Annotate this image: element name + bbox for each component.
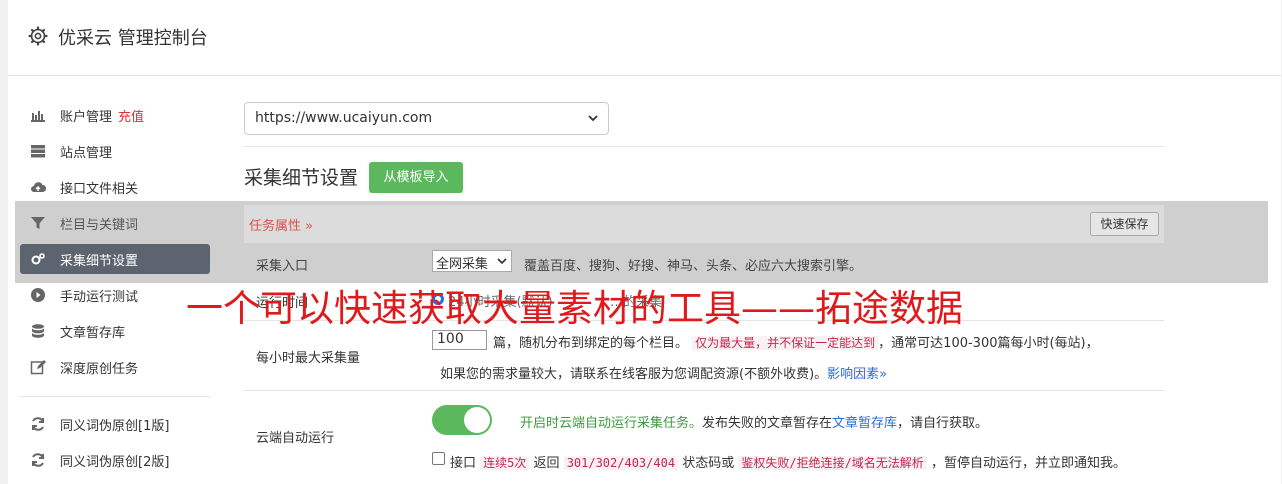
desc-text: 发布失败的文章暂存在 — [702, 416, 833, 431]
sidebar-item-label: 同义词伪原创[1版] — [60, 419, 170, 434]
sidebar-item-article-storage[interactable]: 文章暂存库 — [20, 316, 210, 346]
sidebar-item-label: 接口文件相关 — [60, 182, 139, 197]
max-per-hour-input[interactable]: 100 — [432, 330, 487, 350]
sidebar-item-account[interactable]: 账户管理 充值 — [20, 100, 210, 130]
server-icon — [31, 145, 45, 158]
desc-text: 状态码或 — [682, 456, 735, 471]
database-icon — [32, 324, 44, 338]
gear-icon — [28, 26, 48, 46]
cloud-run-description: 开启时云端自动运行采集任务。发布失败的文章暂存在文章暂存库，请自行获取。 — [520, 412, 988, 431]
entry-select[interactable]: 全网采集 — [432, 250, 512, 272]
site-select[interactable]: https://www.ucaiyun.com — [244, 102, 609, 135]
cloud-run-toggle[interactable] — [432, 405, 492, 435]
recharge-link[interactable]: 充值 — [118, 110, 144, 125]
sidebar-item-label: 文章暂存库 — [60, 326, 126, 341]
task-properties-bar: 任务属性 » 快速保存 — [244, 205, 1164, 243]
tab-task-properties[interactable]: 任务属性 » — [249, 215, 313, 234]
sidebar-item-synonym-v1[interactable]: 同义词伪原创[1版] — [20, 409, 210, 439]
play-circle-icon — [31, 288, 45, 302]
toggle-knob — [464, 407, 490, 433]
refresh-icon — [32, 453, 44, 467]
sidebar-item-deep-original[interactable]: 深度原创任务 — [20, 352, 210, 382]
sidebar-item-manual-run[interactable]: 手动运行测试 — [20, 280, 210, 310]
sidebar-divider — [20, 396, 210, 397]
max-per-hour-note: 如果您的需求量较大，请联系在线客服为您调配资源(不额外收费)。影响因素» — [440, 363, 887, 382]
desc-text: 篇，随机分布到绑定的每个栏目。 — [493, 336, 689, 351]
pause-on-error-label: 接口 连续5次 返回 301/302/403/404 状态码或 鉴权失败/拒绝连… — [450, 452, 1126, 471]
entry-select-value: 全网采集 — [436, 257, 489, 272]
cloud-run-label: 云端自动运行 — [256, 431, 335, 446]
row-divider — [244, 390, 1164, 391]
site-select-value: https://www.ucaiyun.com — [255, 110, 433, 126]
sidebar-item-label: 同义词伪原创[2版] — [60, 455, 170, 470]
bar-chart-icon — [31, 111, 45, 122]
console-header: 优采云 管理控制台 — [8, 0, 1281, 76]
chevron-down-icon — [588, 115, 598, 122]
limit-note: 仅为最大量，并不保证一定能达到 — [692, 336, 879, 350]
desc-text: ，暂停自动运行，并立即通知我。 — [930, 456, 1126, 471]
desc-text: 返回 — [533, 456, 560, 471]
divider — [244, 146, 1164, 147]
max-per-hour-description: 篇，随机分布到绑定的每个栏目。 仅为最大量，并不保证一定能达到 ，通常可达100-… — [493, 332, 1099, 351]
sidebar-item-label: 深度原创任务 — [60, 362, 139, 377]
sidebar-item-label: 账户管理 — [60, 110, 113, 125]
edit-icon — [30, 360, 46, 375]
sidebar-item-label: 站点管理 — [60, 146, 113, 161]
watermark-text: 一个可以快速获取大量素材的工具——拓途数据 — [186, 287, 963, 330]
max-per-hour-label: 每小时最大采集量 — [256, 351, 361, 366]
cloud-run-status: 开启时云端自动运行采集任务。 — [520, 416, 703, 431]
chevron-down-icon — [497, 258, 507, 265]
refresh-icon — [32, 417, 44, 431]
code-badge: 301/302/403/404 — [563, 456, 679, 470]
import-template-button[interactable]: 从模板导入 — [369, 162, 463, 193]
entry-description: 覆盖百度、搜狗、好搜、神马、头条、必应六大搜索引擎。 — [524, 259, 863, 274]
desc-text: 如果您的需求量较大，请联系在线客服为您调配资源(不额外收费)。 — [440, 367, 828, 382]
pause-on-error-checkbox[interactable] — [432, 452, 445, 465]
sidebar-item-synonym-v2[interactable]: 同义词伪原创[2版] — [20, 445, 210, 475]
gears-icon — [31, 253, 45, 265]
quick-save-button[interactable]: 快速保存 — [1090, 212, 1159, 236]
filter-icon — [31, 217, 45, 229]
article-storage-link[interactable]: 文章暂存库 — [832, 416, 897, 431]
desc-text: ，通常可达100-300篇每小时(每站)， — [878, 336, 1099, 351]
sidebar-item-label: 栏目与关键词 — [60, 218, 139, 233]
entry-label: 采集入口 — [256, 259, 309, 274]
desc-text: 接口 — [450, 456, 477, 471]
page-title: 优采云 管理控制台 — [58, 28, 208, 49]
sidebar-item-sites[interactable]: 站点管理 — [20, 136, 210, 166]
code-badge: 鉴权失败/拒绝连接/域名无法解析 — [738, 456, 927, 470]
desc-text: ，请自行获取。 — [897, 416, 989, 431]
cloud-upload-icon — [31, 182, 46, 193]
factors-link[interactable]: 影响因素» — [827, 367, 887, 382]
sidebar-item-label: 采集细节设置 — [60, 254, 139, 269]
sidebar-item-collect-settings[interactable]: 采集细节设置 — [20, 244, 210, 274]
sidebar-item-interface[interactable]: 接口文件相关 — [20, 172, 210, 202]
code-badge: 连续5次 — [480, 456, 530, 470]
sidebar-item-label: 手动运行测试 — [60, 290, 139, 305]
sidebar-item-columns[interactable]: 栏目与关键词 — [20, 208, 210, 238]
section-title: 采集细节设置 — [244, 167, 359, 189]
